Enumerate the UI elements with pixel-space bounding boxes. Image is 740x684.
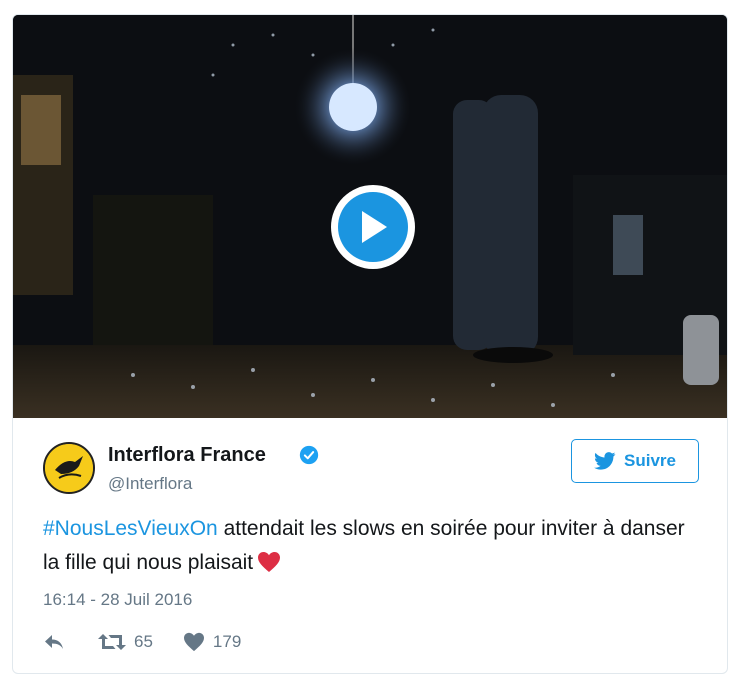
author-handle[interactable]: @Interflora (108, 474, 192, 494)
retweet-icon (98, 634, 126, 650)
avatar[interactable] (43, 442, 95, 494)
author-name[interactable]: Interflora France (108, 444, 266, 467)
tweet-card: Interflora France @Interflora Suivre #No… (12, 14, 728, 674)
reply-button[interactable] (43, 633, 65, 651)
follow-label: Suivre (624, 451, 676, 470)
reply-icon (45, 635, 63, 649)
play-button[interactable] (331, 185, 415, 269)
twitter-bird-icon (594, 452, 616, 470)
retweet-button[interactable]: 65 (98, 632, 153, 652)
heart-icon (183, 632, 204, 652)
hashtag-link[interactable]: #NousLesVieuxOn (43, 517, 218, 540)
play-icon (338, 192, 408, 262)
like-button[interactable]: 179 (183, 632, 241, 652)
video-thumbnail[interactable] (13, 15, 727, 418)
tweet-text: #NousLesVieuxOn attendait les slows en s… (43, 512, 703, 580)
follow-button[interactable]: Suivre (571, 439, 699, 483)
tweet-header: Interflora France @Interflora Suivre (13, 418, 727, 498)
timestamp[interactable]: 16:14 - 28 Juil 2016 (43, 590, 192, 610)
like-count: 179 (212, 632, 242, 651)
verified-badge-icon (299, 445, 319, 465)
tweet-actions: 65 179 (43, 627, 241, 657)
red-heart-icon (258, 552, 281, 572)
retweet-count: 65 (134, 632, 153, 651)
